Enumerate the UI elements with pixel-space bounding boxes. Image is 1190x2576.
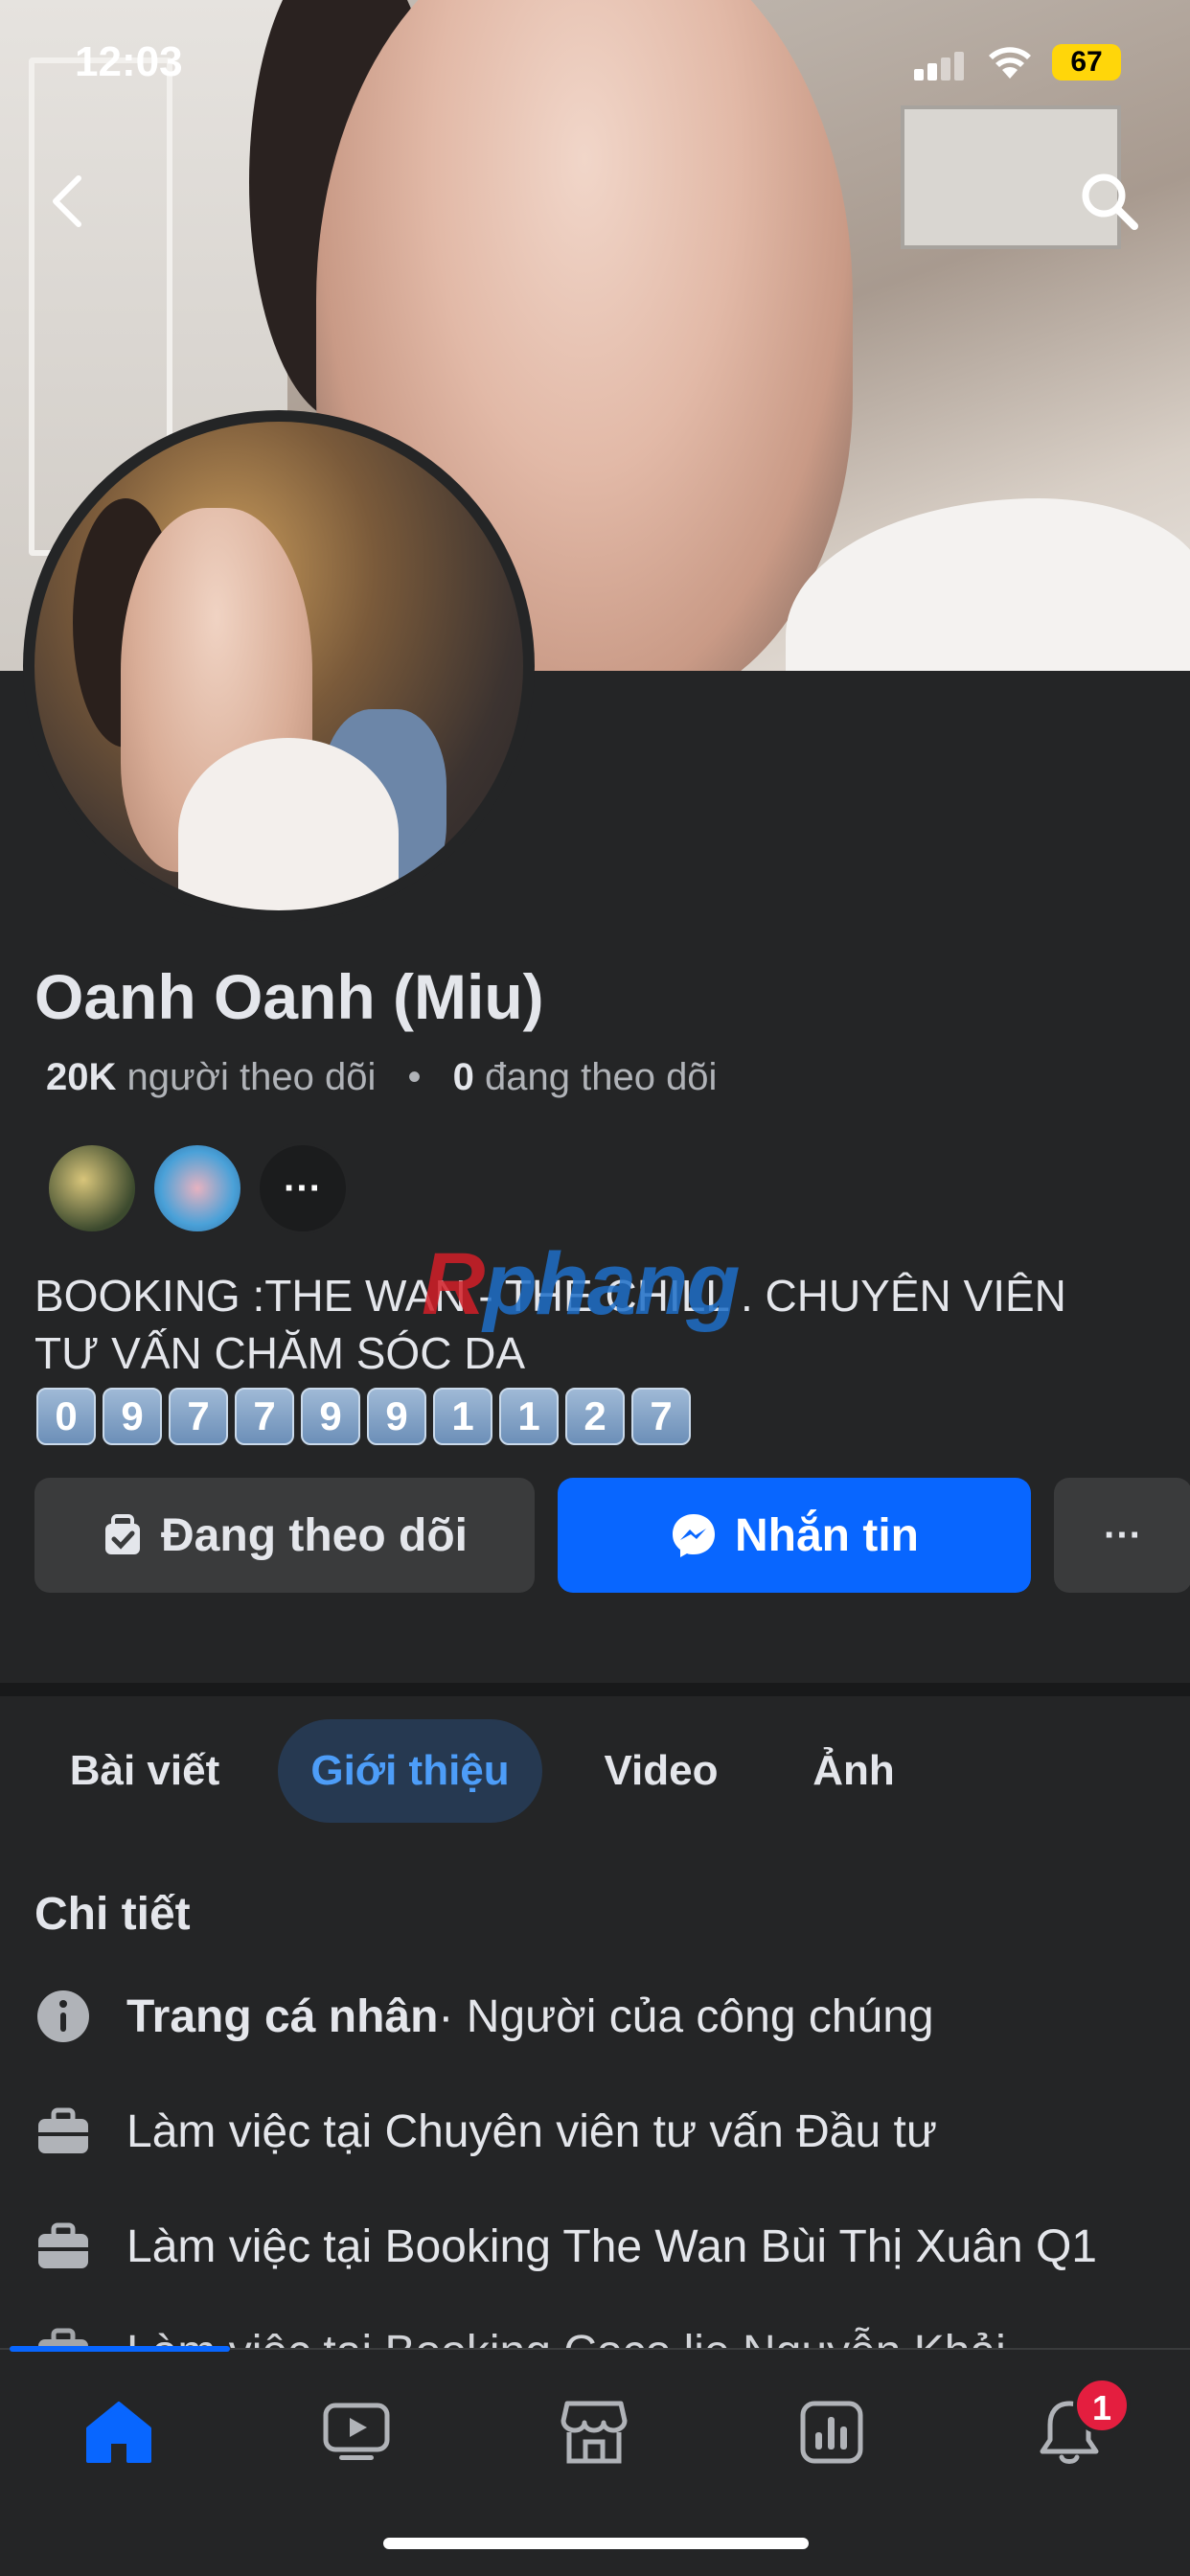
following-label[interactable]: đang theo dõi (485, 1056, 717, 1098)
mutual-more-button[interactable]: ··· (257, 1142, 349, 1234)
followers-count[interactable]: 20K (46, 1056, 116, 1098)
nav-home[interactable] (71, 2384, 167, 2480)
status-time: 12:03 (75, 38, 183, 85)
nav-video[interactable] (309, 2384, 404, 2480)
detail-text: Làm việc tại Chuyên viên tư vấn Đầu tư (126, 2105, 937, 2157)
wifi-icon (989, 47, 1031, 79)
tab-posts[interactable]: Bài viết (44, 1719, 245, 1823)
keycap-digit: 2 (565, 1388, 625, 1445)
avatar-photo (34, 422, 523, 910)
video-icon (323, 2403, 390, 2460)
followers-label[interactable]: người theo dõi (127, 1056, 377, 1098)
keycap-digit: 0 (36, 1388, 96, 1445)
watermark-logo: Rphang (422, 1235, 740, 1333)
mutual-friends[interactable]: ··· (46, 1142, 362, 1234)
detail-text: Làm việc tại Booking The Wan Bùi Thị Xuâ… (126, 2220, 1097, 2272)
separator-dot: • (407, 1056, 422, 1098)
briefcase-icon (34, 2103, 92, 2160)
section-divider (0, 1683, 1190, 1696)
detail-item-profile-type: Trang cá nhân · Người của công chúng (34, 1978, 934, 2055)
keycap-digit: 1 (433, 1388, 492, 1445)
briefcase-icon (34, 2218, 92, 2275)
message-label: Nhắn tin (735, 1509, 919, 1561)
keycap-digit: 9 (367, 1388, 426, 1445)
following-button[interactable]: Đang theo dõi (34, 1478, 535, 1593)
tab-about[interactable]: Giới thiệu (278, 1719, 542, 1823)
follow-stats: 20K người theo dõi • 0 đang theo dõi (46, 1056, 717, 1099)
details-title: Chi tiết (34, 1889, 191, 1940)
phone-number-keycaps: 0 9 7 7 9 9 1 1 2 7 (36, 1388, 698, 1445)
detail-item-work[interactable]: Làm việc tại Chuyên viên tư vấn Đầu tư (34, 2093, 937, 2170)
detail-bold: Trang cá nhân (126, 1990, 439, 2042)
marketplace-icon (561, 2401, 628, 2464)
keycap-digit: 1 (499, 1388, 559, 1445)
search-icon (1082, 173, 1138, 230)
search-button[interactable] (1071, 163, 1148, 240)
profile-avatar[interactable] (23, 410, 535, 922)
battery-indicator: 67 (1052, 44, 1121, 80)
tab-video[interactable]: Video (579, 1719, 744, 1823)
profile-tabs: Bài viết Giới thiệu Video Ảnh (0, 1719, 1190, 1823)
keycap-digit: 9 (301, 1388, 360, 1445)
keycap-digit: 7 (235, 1388, 294, 1445)
status-bar: 12:03 67 (0, 0, 1190, 115)
mutual-avatar[interactable] (151, 1142, 243, 1234)
mutual-avatar[interactable] (46, 1142, 138, 1234)
detail-text: · Người của công chúng (438, 1990, 934, 2042)
info-icon (34, 1988, 92, 2045)
detail-item-work[interactable]: Làm việc tại Booking The Wan Bùi Thị Xuâ… (34, 2208, 1097, 2285)
message-button[interactable]: Nhắn tin (558, 1478, 1031, 1593)
nav-dashboard[interactable] (784, 2384, 880, 2480)
chevron-left-icon (53, 175, 81, 227)
keycap-digit: 9 (103, 1388, 162, 1445)
keycap-digit: 7 (631, 1388, 691, 1445)
active-tab-indicator (10, 2346, 230, 2352)
messenger-icon (673, 1514, 715, 1557)
home-icon (86, 2402, 151, 2463)
following-count[interactable]: 0 (453, 1056, 474, 1098)
cellular-signal-icon (914, 50, 968, 80)
following-check-icon (105, 1514, 141, 1554)
following-label: Đang theo dõi (161, 1509, 468, 1561)
profile-name: Oanh Oanh (Miu) (34, 961, 544, 1032)
home-indicator (383, 2538, 809, 2549)
back-button[interactable] (29, 163, 105, 240)
cover-dress (786, 498, 1190, 671)
notification-badge: 1 (1073, 2377, 1131, 2434)
dashboard-icon (800, 2401, 863, 2464)
tab-photos[interactable]: Ảnh (791, 1719, 916, 1823)
profile-actions: Đang theo dõi Nhắn tin ··· (34, 1478, 1190, 1593)
nav-marketplace[interactable] (546, 2384, 642, 2480)
more-options-button[interactable]: ··· (1054, 1478, 1190, 1593)
keycap-digit: 7 (169, 1388, 228, 1445)
